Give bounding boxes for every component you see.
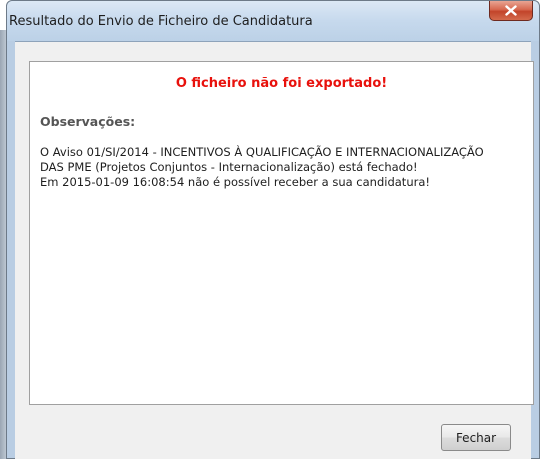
observations-label: Observações: <box>40 114 136 129</box>
observation-line: DAS PME (Projetos Conjuntos - Internacio… <box>40 160 418 174</box>
dialog-window: Resultado do Envio de Ficheiro de Candid… <box>6 0 540 459</box>
window-title: Resultado do Envio de Ficheiro de Candid… <box>9 14 313 29</box>
observation-line: O Aviso 01/SI/2014 - INCENTIVOS À QUALIF… <box>40 145 484 159</box>
close-icon <box>505 5 517 16</box>
message-panel: O ficheiro não foi exportado! Observaçõe… <box>29 61 534 405</box>
window-close-button[interactable] <box>489 1 533 21</box>
close-button[interactable]: Fechar <box>441 424 511 451</box>
observation-line: Em 2015-01-09 16:08:54 não é possível re… <box>40 175 430 189</box>
error-headline: O ficheiro não foi exportado! <box>175 76 388 91</box>
dialog-content: O ficheiro não foi exportado! Observaçõe… <box>15 41 534 459</box>
screen: Resultado do Envio de Ficheiro de Candid… <box>0 0 540 459</box>
title-bar[interactable]: Resultado do Envio de Ficheiro de Candid… <box>7 1 539 41</box>
observations-text: O Aviso 01/SI/2014 - INCENTIVOS À QUALIF… <box>40 145 530 190</box>
